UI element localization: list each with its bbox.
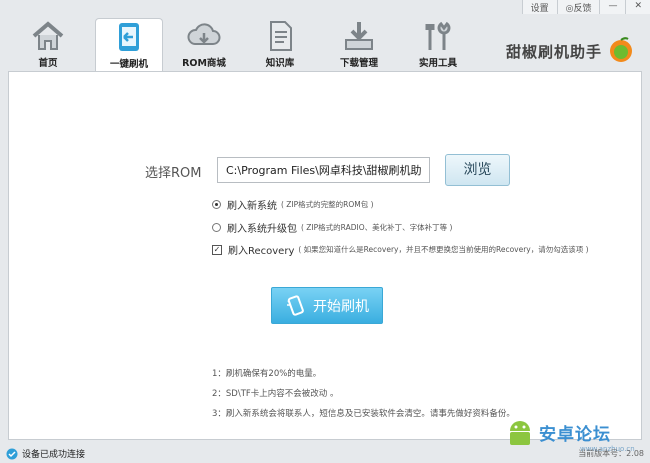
status-bar: 设备已成功连接 当前版本号：2.08 <box>0 444 650 463</box>
tab-download-manager[interactable]: 下载管理 <box>326 18 392 72</box>
brand-logo: 甜椒刷机助手 <box>506 36 636 66</box>
tools-icon <box>425 21 451 50</box>
start-flash-button[interactable]: 开始刷机 <box>271 287 383 324</box>
tab-tools-label: 实用工具 <box>418 58 457 69</box>
start-flash-label: 开始刷机 <box>313 298 369 315</box>
option-recovery[interactable]: ✓ 刷入Recovery ( 如果您知道什么是Recovery，并且不想更换您当… <box>212 242 589 257</box>
connection-status: 设备已成功连接 <box>6 447 85 460</box>
phone-icon <box>287 294 304 316</box>
tab-flash-label: 一键刷机 <box>109 59 148 70</box>
brand-name: 甜椒刷机助手 <box>505 42 602 61</box>
option-upgrade-package-hint: ( ZIP格式的RADIO、美化补丁、字体补丁等 ) <box>301 223 453 232</box>
cloud-download-icon <box>187 23 221 45</box>
home-icon <box>32 21 64 50</box>
option-recovery-hint: ( 如果您知道什么是Recovery，并且不想更换您当前使用的Recovery，… <box>298 245 589 254</box>
flash-panel: 选择ROM 浏览 刷入新系统 ( ZIP格式的完整的ROM包 ) 刷入系统升级包… <box>8 71 642 440</box>
option-new-system-hint: ( ZIP格式的完整的ROM包 ) <box>281 200 374 209</box>
tab-knowledge-label: 知识库 <box>265 58 295 69</box>
tab-download-manager-label: 下载管理 <box>339 58 378 69</box>
tab-home-label: 首页 <box>38 58 58 69</box>
document-icon <box>270 21 292 51</box>
tip-item: 1：刷机确保有20%的电量。 <box>212 369 322 379</box>
close-button[interactable]: ✕ <box>625 0 650 14</box>
watermark-text: 安卓论坛 <box>539 424 611 445</box>
tab-home[interactable]: 首页 <box>15 18 81 72</box>
radio-new-system[interactable] <box>212 200 221 209</box>
rom-path-input[interactable] <box>217 157 430 183</box>
checkbox-recovery[interactable]: ✓ <box>212 244 222 255</box>
rom-select-label: 选择ROM <box>145 166 202 181</box>
option-new-system-label: 刷入新系统 <box>227 201 277 212</box>
radio-upgrade-package[interactable] <box>212 223 221 232</box>
browse-button[interactable]: 浏览 <box>445 154 510 186</box>
connected-check-icon <box>6 448 18 459</box>
tab-knowledge[interactable]: 知识库 <box>247 18 313 72</box>
browse-button-label: 浏览 <box>463 162 492 178</box>
tab-tools[interactable]: 实用工具 <box>405 18 471 72</box>
option-upgrade-package[interactable]: 刷入系统升级包 ( ZIP格式的RADIO、美化补丁、字体补丁等 ) <box>212 220 452 235</box>
option-new-system[interactable]: 刷入新系统 ( ZIP格式的完整的ROM包 ) <box>212 197 374 212</box>
tips-list: 1：刷机确保有20%的电量。 2：SD\TF卡上内容不会被改动 。 3：刷入新系… <box>212 364 515 424</box>
settings-button[interactable]: 设置 <box>521 0 557 14</box>
top-menu-bar: 设置 ◎反馈 — ✕ <box>521 0 650 14</box>
option-recovery-label: 刷入Recovery <box>228 246 295 257</box>
settings-label: 设置 <box>530 4 549 14</box>
version-label: 当前版本号：2.08 <box>578 449 644 458</box>
minimize-button[interactable]: — <box>599 0 626 14</box>
tab-flash[interactable]: 一键刷机 <box>95 18 163 73</box>
main-toolbar: 首页 一键刷机 ROM商城 知识库 下载管理 实用工具 甜椒刷机助手 <box>0 14 650 73</box>
connection-status-text: 设备已成功连接 <box>22 450 86 460</box>
tab-rom-store[interactable]: ROM商城 <box>171 18 237 72</box>
feedback-label: 反馈 <box>573 4 592 14</box>
download-tray-icon <box>345 22 373 50</box>
tab-rom-store-label: ROM商城 <box>182 58 226 69</box>
tip-item: 3：刷入新系统会将联系人，短信息及已安装软件会清空。请事先做好资料备份。 <box>212 409 515 419</box>
feedback-button[interactable]: ◎反馈 <box>556 0 600 14</box>
flash-phone-icon <box>119 23 139 51</box>
option-upgrade-package-label: 刷入系统升级包 <box>227 224 297 235</box>
pepper-logo-icon <box>610 37 632 62</box>
tip-item: 2：SD\TF卡上内容不会被改动 。 <box>212 389 339 399</box>
